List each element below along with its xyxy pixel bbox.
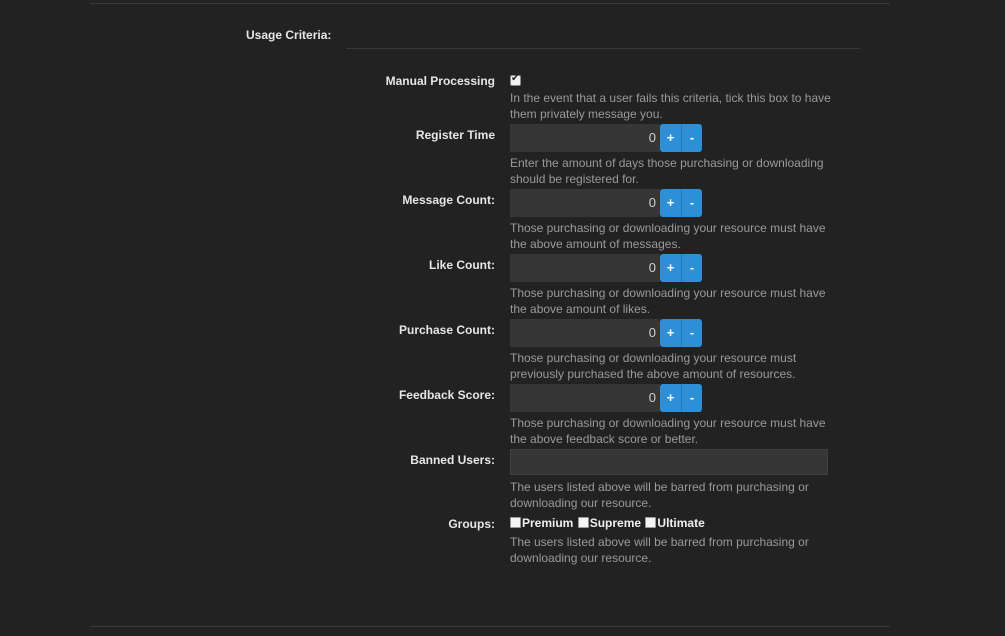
manual-processing-label: Manual Processing [385,74,495,88]
group-option-supreme: Supreme [577,516,642,530]
group-option-ultimate: Ultimate [645,516,705,530]
message-count-input[interactable]: 0 [510,189,660,217]
manual-processing-hint: In the event that a user fails this crit… [510,91,831,121]
top-divider [90,3,890,4]
groups-hint: The users listed above will be barred fr… [510,535,809,565]
register-time-decrement-button[interactable]: - [681,124,702,152]
group-option-premium: Premium [510,516,573,530]
register-time-input[interactable]: 0 [510,124,660,152]
message-count-hint: Those purchasing or downloading your res… [510,221,826,251]
register-time-label: Register Time [415,128,495,142]
section-title: Usage Criteria: [246,28,332,42]
group-ultimate-checkbox[interactable] [645,517,657,528]
message-count-label: Message Count: [402,193,495,207]
register-time-increment-button[interactable]: + [660,124,681,152]
banned-users-label: Banned Users: [410,453,495,467]
like-count-label: Like Count: [429,258,495,272]
group-ultimate-label: Ultimate [657,516,705,530]
banned-users-hint: The users listed above will be barred fr… [510,480,809,510]
manual-processing-checkbox[interactable] [510,73,521,87]
bottom-divider [90,626,890,627]
like-count-input[interactable]: 0 [510,254,660,282]
purchase-count-increment-button[interactable]: + [660,319,681,347]
like-count-decrement-button[interactable]: - [681,254,702,282]
group-supreme-label: Supreme [589,516,642,530]
purchase-count-hint: Those purchasing or downloading your res… [510,351,797,381]
message-count-decrement-button[interactable]: - [681,189,702,217]
group-premium-checkbox[interactable] [510,517,521,528]
feedback-score-input[interactable]: 0 [510,384,660,412]
feedback-score-increment-button[interactable]: + [660,384,681,412]
register-time-hint: Enter the amount of days those purchasin… [510,156,824,186]
like-count-hint: Those purchasing or downloading your res… [510,286,826,316]
group-supreme-checkbox[interactable] [577,517,589,528]
feedback-score-hint: Those purchasing or downloading your res… [510,416,826,446]
purchase-count-input[interactable]: 0 [510,319,660,347]
group-premium-label: Premium [522,516,574,530]
purchase-count-label: Purchase Count: [398,323,495,337]
feedback-score-decrement-button[interactable]: - [681,384,702,412]
feedback-score-label: Feedback Score: [398,388,495,402]
section-divider [346,48,860,49]
banned-users-input[interactable] [510,449,828,475]
message-count-increment-button[interactable]: + [660,189,681,217]
groups-options: Premium Supreme Ultimate [510,516,706,530]
like-count-increment-button[interactable]: + [660,254,681,282]
purchase-count-decrement-button[interactable]: - [681,319,702,347]
groups-label: Groups: [448,517,495,531]
